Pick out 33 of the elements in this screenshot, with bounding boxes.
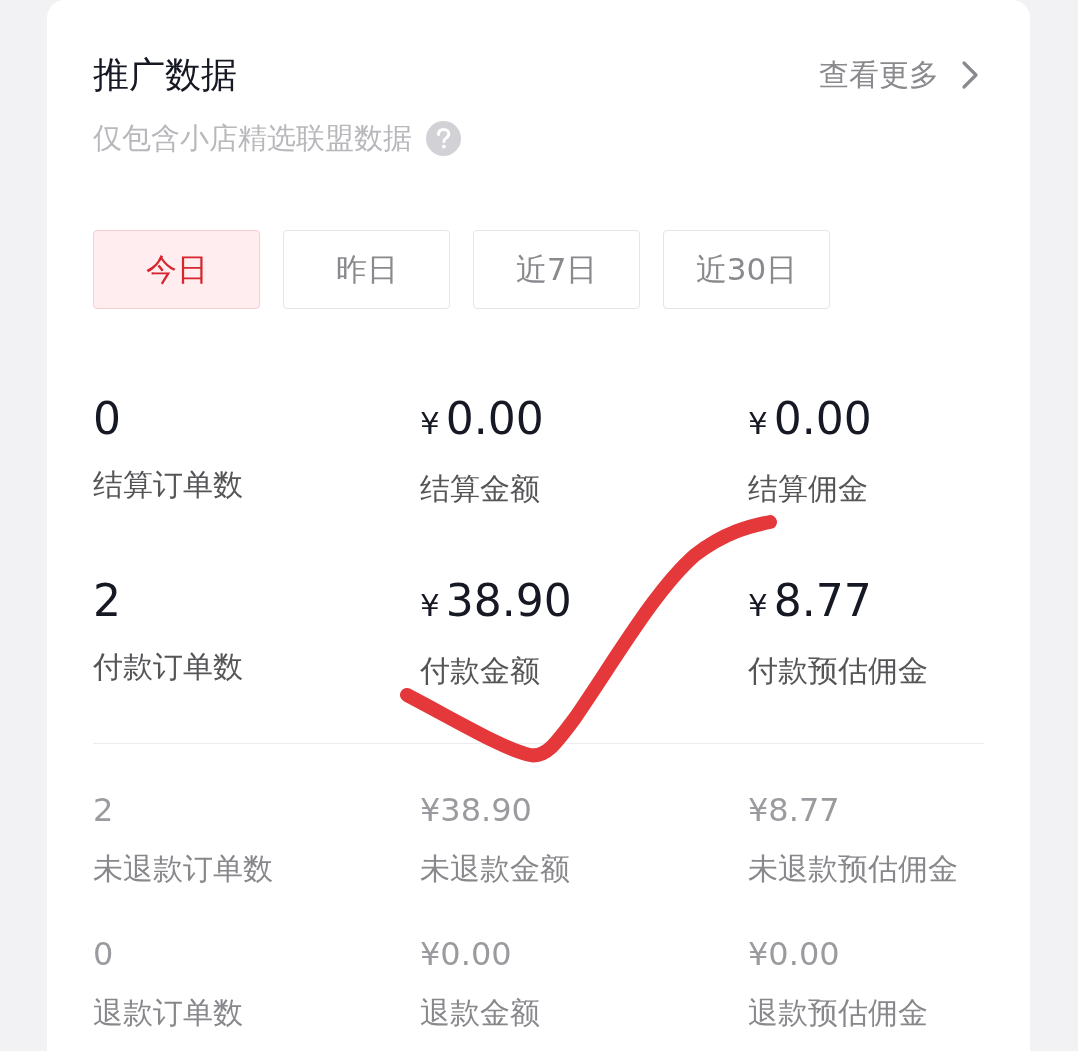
stat-label: 退款金额 — [420, 994, 541, 1032]
chevron-right-icon — [961, 60, 979, 90]
stat-value: ¥8.77 — [748, 790, 841, 830]
date-range-tab[interactable]: 今日 — [93, 230, 260, 309]
stat-value: 2 — [93, 790, 115, 830]
date-range-tab[interactable]: 昨日 — [283, 230, 450, 309]
help-icon[interactable] — [426, 120, 461, 156]
stat-value: 0 — [93, 934, 115, 974]
stat-label: 未退款订单数 — [93, 850, 274, 888]
stat-label: 结算佣金 — [748, 470, 869, 508]
stat-label: 付款订单数 — [93, 648, 244, 686]
stat-value: ¥0.00 — [748, 934, 841, 974]
stat-value: ¥0.00 — [420, 394, 545, 446]
section-title: 推广数据 — [93, 53, 237, 97]
stat-value: ¥38.90 — [420, 790, 533, 830]
stat-label: 结算订单数 — [93, 466, 244, 504]
stat-value: 0 — [93, 394, 122, 444]
stat-label: 未退款金额 — [420, 850, 571, 888]
stat-value: ¥38.90 — [420, 576, 573, 628]
stat-value: ¥0.00 — [420, 934, 513, 974]
stat-value: 2 — [93, 576, 122, 626]
date-range-tab[interactable]: 近7日 — [473, 230, 640, 309]
stat-label: 付款预估佣金 — [748, 652, 929, 690]
stat-value: ¥8.77 — [748, 576, 873, 628]
stat-label: 结算金额 — [420, 470, 541, 508]
date-range-tab[interactable]: 近30日 — [663, 230, 830, 309]
stat-label: 未退款预估佣金 — [748, 850, 959, 888]
stat-label: 退款预估佣金 — [748, 994, 929, 1032]
stat-label: 退款订单数 — [93, 994, 244, 1032]
view-more-link[interactable]: 查看更多 — [819, 55, 979, 95]
stat-value: ¥0.00 — [748, 394, 873, 446]
stat-label: 付款金额 — [420, 652, 541, 690]
section-subtitle: 仅包含小店精选联盟数据 — [93, 120, 412, 157]
